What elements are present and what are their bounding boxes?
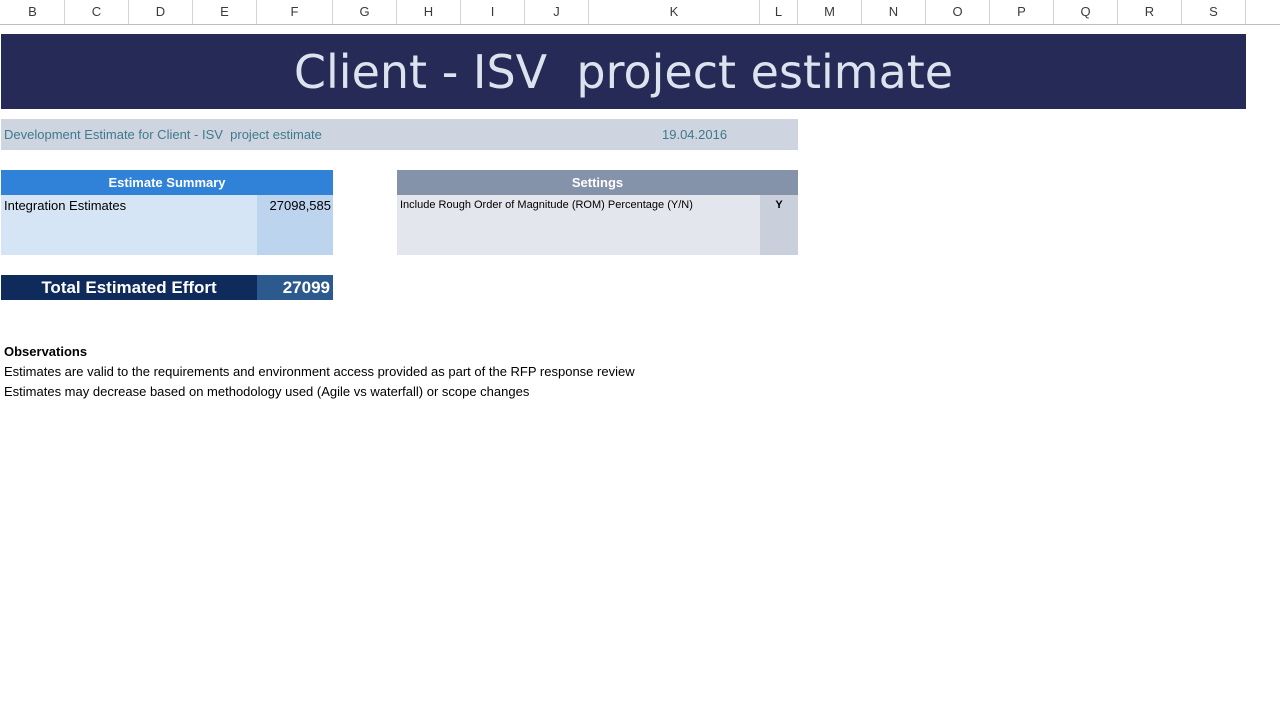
column-header-k[interactable]: K: [589, 0, 760, 24]
spreadsheet: B C D E F G H I J K L M N O P Q R S Clie…: [0, 0, 1280, 720]
total-effort-value: 27099: [282, 278, 330, 297]
column-header-q[interactable]: Q: [1054, 0, 1118, 24]
column-header-s[interactable]: S: [1182, 0, 1246, 24]
page-title: Client - ISV project estimate: [293, 44, 954, 99]
rom-setting-value: Y: [775, 199, 783, 211]
column-header-m[interactable]: M: [798, 0, 862, 24]
rom-setting-label: Include Rough Order of Magnitude (ROM) P…: [400, 199, 693, 211]
column-header-c[interactable]: C: [65, 0, 129, 24]
title-banner[interactable]: Client - ISV project estimate: [1, 34, 1246, 109]
column-header-j[interactable]: J: [525, 0, 589, 24]
column-header-d[interactable]: D: [129, 0, 193, 24]
column-header-n[interactable]: N: [862, 0, 926, 24]
subtitle-row[interactable]: Development Estimate for Client - ISV pr…: [1, 119, 798, 150]
column-header-p[interactable]: P: [990, 0, 1054, 24]
estimate-summary-header[interactable]: Estimate Summary: [1, 170, 333, 195]
total-effort-label[interactable]: Total Estimated Effort: [1, 275, 257, 300]
integration-estimates-label: Integration Estimates: [4, 198, 127, 213]
total-effort-value-cell[interactable]: 27099: [257, 275, 333, 300]
column-header-e[interactable]: E: [193, 0, 257, 24]
integration-estimates-label-cell[interactable]: Integration Estimates: [1, 195, 257, 255]
estimate-date: 19.04.2016: [662, 127, 728, 142]
observation-line[interactable]: Estimates may decrease based on methodol…: [4, 382, 635, 402]
column-header-f[interactable]: F: [257, 0, 333, 24]
column-header-o[interactable]: O: [926, 0, 990, 24]
rom-setting-value-cell[interactable]: Y: [760, 195, 798, 255]
column-header-i[interactable]: I: [461, 0, 525, 24]
column-header-l[interactable]: L: [760, 0, 798, 24]
column-header-g[interactable]: G: [333, 0, 397, 24]
column-header-b[interactable]: B: [1, 0, 65, 24]
column-header-r[interactable]: R: [1118, 0, 1182, 24]
column-header-bar: B C D E F G H I J K L M N O P Q R S: [0, 0, 1280, 25]
subtitle-text: Development Estimate for Client - ISV pr…: [4, 127, 322, 142]
integration-estimates-value: 27098,585: [269, 198, 331, 213]
settings-header[interactable]: Settings: [397, 170, 798, 195]
rom-setting-label-cell[interactable]: Include Rough Order of Magnitude (ROM) P…: [397, 195, 760, 255]
integration-estimates-value-cell[interactable]: 27098,585: [257, 195, 333, 255]
observations-title[interactable]: Observations: [4, 342, 635, 362]
observation-line[interactable]: Estimates are valid to the requirements …: [4, 362, 635, 382]
observations-section: Observations Estimates are valid to the …: [4, 342, 635, 402]
column-header-h[interactable]: H: [397, 0, 461, 24]
